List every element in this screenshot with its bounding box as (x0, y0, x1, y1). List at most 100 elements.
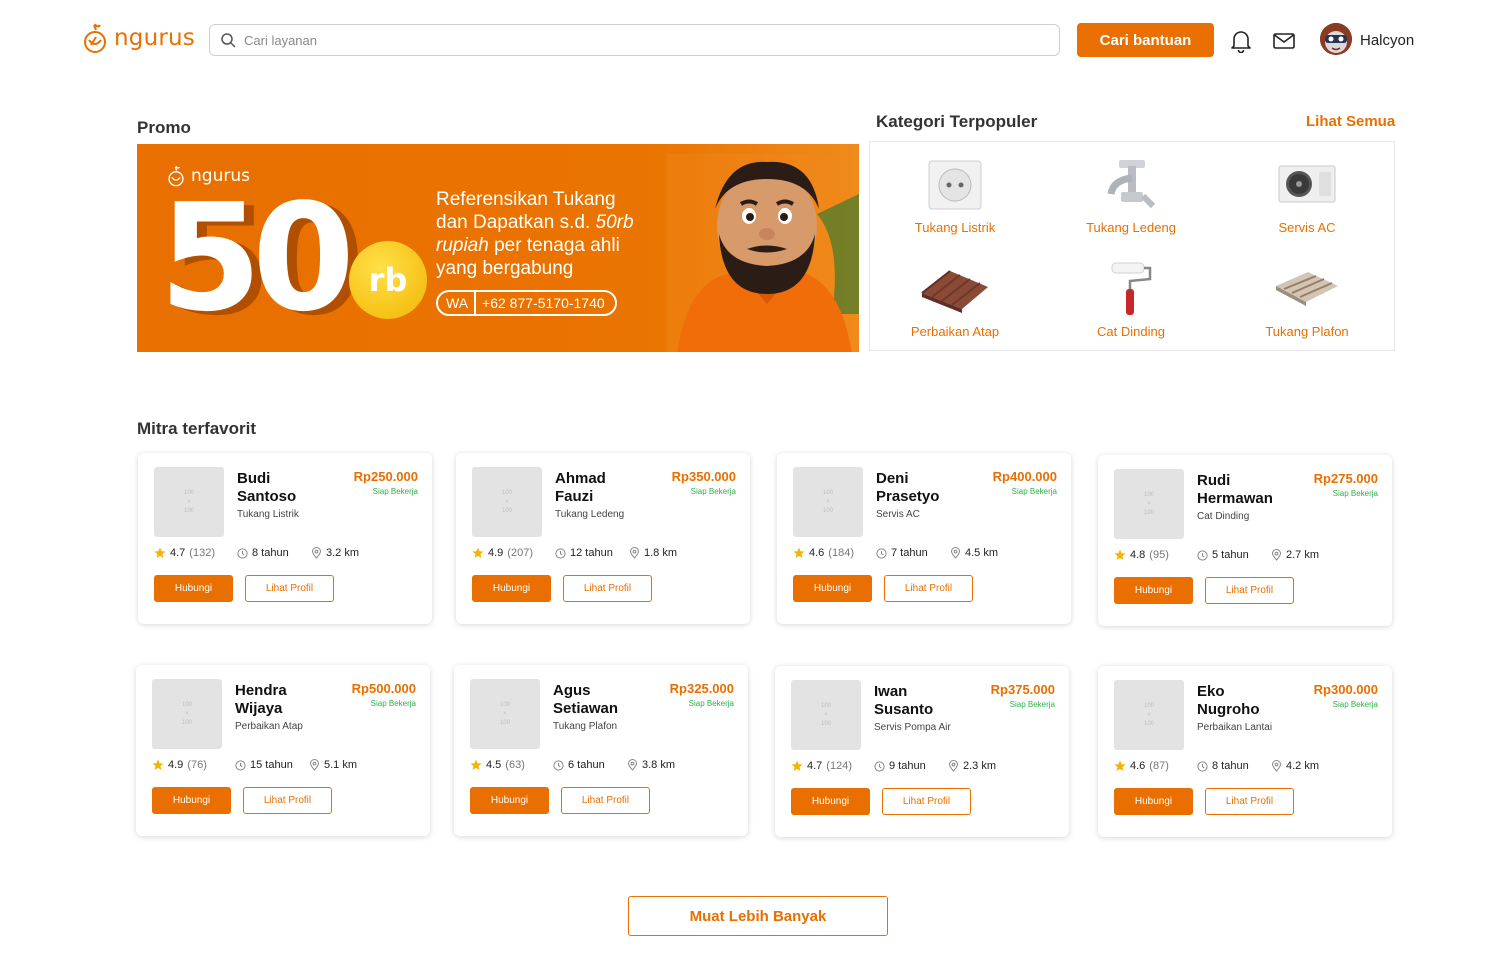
contact-button[interactable]: Hubungi (152, 787, 231, 814)
contact-button[interactable]: Hubungi (1114, 788, 1193, 815)
partner-card[interactable]: 100 × 100 Ahmad Fauzi Tukang Ledeng Rp350.000 S… (456, 453, 750, 624)
status-badge: Siap Bekerja (690, 487, 736, 496)
promo-line-3: rupiah per tenaga ahli (436, 235, 620, 256)
ngurus-logo-icon (84, 23, 106, 53)
partner-stats: 4.6 (87) 8 tahun 4.2 km (1114, 760, 1319, 772)
user-name[interactable]: Halcyon (1360, 32, 1414, 49)
distance-value: 2.7 km (1286, 549, 1320, 561)
experience-value: 5 tahun (1212, 549, 1249, 561)
promo-banner[interactable]: ngurus 50 rb Referensikan Tukang dan Dap… (137, 144, 859, 352)
partner-photo-placeholder: 100 × 100 (472, 467, 542, 537)
category-label: Tukang Ledeng (1086, 220, 1176, 235)
whatsapp-contact[interactable]: WA +62 877-5170-1740 (436, 290, 617, 316)
category-tukang-ledeng[interactable]: Tukang Ledeng (1051, 156, 1211, 235)
contact-button[interactable]: Hubungi (791, 788, 870, 815)
user-avatar-icon (1320, 23, 1352, 55)
search-bar[interactable] (209, 24, 1060, 56)
contact-button[interactable]: Hubungi (1114, 577, 1193, 604)
rating: 4.7 (132) (154, 547, 237, 559)
partner-role: Tukang Ledeng (555, 509, 625, 520)
category-tukang-listrik[interactable]: Tukang Listrik (875, 156, 1035, 235)
rating-value: 4.5 (486, 759, 502, 771)
star-icon (793, 547, 805, 558)
category-perbaikan-atap[interactable]: Perbaikan Atap (875, 260, 1035, 339)
search-button[interactable]: Cari bantuan (1077, 23, 1214, 57)
category-tukang-plafon[interactable]: Tukang Plafon (1227, 260, 1387, 339)
review-count: (124) (826, 760, 852, 772)
partner-card[interactable]: 100 × 100 Budi Santoso Tukang Listrik Rp250.00… (138, 453, 432, 624)
search-icon (221, 33, 236, 48)
contact-button[interactable]: Hubungi (472, 575, 551, 602)
brand-name: ngurus (114, 25, 195, 51)
rating-value: 4.9 (488, 547, 504, 559)
contact-button[interactable]: Hubungi (470, 787, 549, 814)
partner-card[interactable]: 100 × 100 Hendra Wijaya Perbaikan Atap Rp500.0… (136, 665, 430, 836)
partner-name: Hendra Wijaya (235, 682, 287, 717)
partner-role: Servis AC (876, 509, 920, 520)
distance: 4.2 km (1271, 760, 1319, 772)
partner-photo-placeholder: 100 × 100 (791, 680, 861, 750)
view-profile-button[interactable]: Lihat Profil (245, 575, 334, 602)
experience: 12 tahun (555, 547, 629, 559)
partner-role: Cat Dinding (1197, 511, 1250, 522)
whatsapp-label: WA (438, 292, 477, 314)
whatsapp-number: +62 877-5170-1740 (482, 295, 605, 311)
clock-icon (237, 547, 248, 559)
distance: 5.1 km (309, 759, 357, 771)
rating: 4.6 (87) (1114, 760, 1197, 772)
distance-value: 1.8 km (644, 547, 678, 559)
partner-name: Eko Nugroho (1197, 683, 1260, 718)
search-input[interactable] (244, 32, 1024, 48)
star-icon (472, 547, 484, 558)
ac-unit-icon (1272, 156, 1342, 214)
clock-icon (1197, 760, 1208, 772)
partner-role: Tukang Plafon (553, 721, 618, 732)
partner-card[interactable]: 100 × 100 Eko Nugroho Perbaikan Lantai Rp300.0… (1098, 666, 1392, 837)
location-pin-icon (627, 759, 638, 771)
clock-icon (876, 547, 887, 559)
experience: 9 tahun (874, 760, 948, 772)
distance: 3.2 km (311, 547, 359, 559)
partner-name: Ahmad Fauzi (555, 470, 606, 505)
view-profile-button[interactable]: Lihat Profil (1205, 788, 1294, 815)
avatar[interactable] (1320, 23, 1352, 55)
review-count: (76) (187, 759, 207, 771)
brand-logo[interactable]: ngurus (82, 21, 195, 55)
partner-card[interactable]: 100 × 100 Rudi Hermawan Cat Dinding Rp275.000 S… (1098, 455, 1392, 626)
category-cat-dinding[interactable]: Cat Dinding (1051, 260, 1211, 339)
rating: 4.6 (184) (793, 547, 876, 559)
view-profile-button[interactable]: Lihat Profil (882, 788, 971, 815)
review-count: (132) (189, 547, 215, 559)
status-badge: Siap Bekerja (1332, 489, 1378, 498)
partner-stats: 4.8 (95) 5 tahun 2.7 km (1114, 549, 1319, 561)
see-all-categories-link[interactable]: Lihat Semua (1306, 113, 1395, 130)
review-count: (87) (1149, 760, 1169, 772)
view-profile-button[interactable]: Lihat Profil (561, 787, 650, 814)
partner-card[interactable]: 100 × 100 Deni Prasetyo Servis AC Rp400.000 Sia… (777, 453, 1071, 624)
view-profile-button[interactable]: Lihat Profil (563, 575, 652, 602)
distance: 4.5 km (950, 547, 998, 559)
experience-value: 8 tahun (1212, 760, 1249, 772)
roof-icon (920, 260, 990, 318)
promo-line-4: yang bergabung (436, 258, 574, 279)
distance: 3.8 km (627, 759, 675, 771)
messages-button[interactable] (1272, 29, 1296, 53)
star-icon (152, 759, 164, 770)
clock-icon (874, 760, 885, 772)
category-servis-ac[interactable]: Servis AC (1227, 156, 1387, 235)
contact-button[interactable]: Hubungi (793, 575, 872, 602)
view-profile-button[interactable]: Lihat Profil (884, 575, 973, 602)
promo-line-1: Referensikan Tukang (436, 189, 616, 210)
view-profile-button[interactable]: Lihat Profil (243, 787, 332, 814)
contact-button[interactable]: Hubungi (154, 575, 233, 602)
view-profile-button[interactable]: Lihat Profil (1205, 577, 1294, 604)
partner-card[interactable]: 100 × 100 Iwan Susanto Servis Pompa Air Rp375.… (775, 666, 1069, 837)
status-badge: Siap Bekerja (372, 487, 418, 496)
notification-button[interactable] (1229, 29, 1253, 53)
partner-name: Rudi Hermawan (1197, 472, 1273, 507)
load-more-button[interactable]: Muat Lebih Banyak (628, 896, 888, 936)
rating: 4.9 (207) (472, 547, 555, 559)
promo-amount: 50 (159, 172, 355, 344)
partner-card[interactable]: 100 × 100 Agus Setiawan Tukang Plafon Rp325.00… (454, 665, 748, 836)
paint-roller-icon (1096, 260, 1166, 318)
